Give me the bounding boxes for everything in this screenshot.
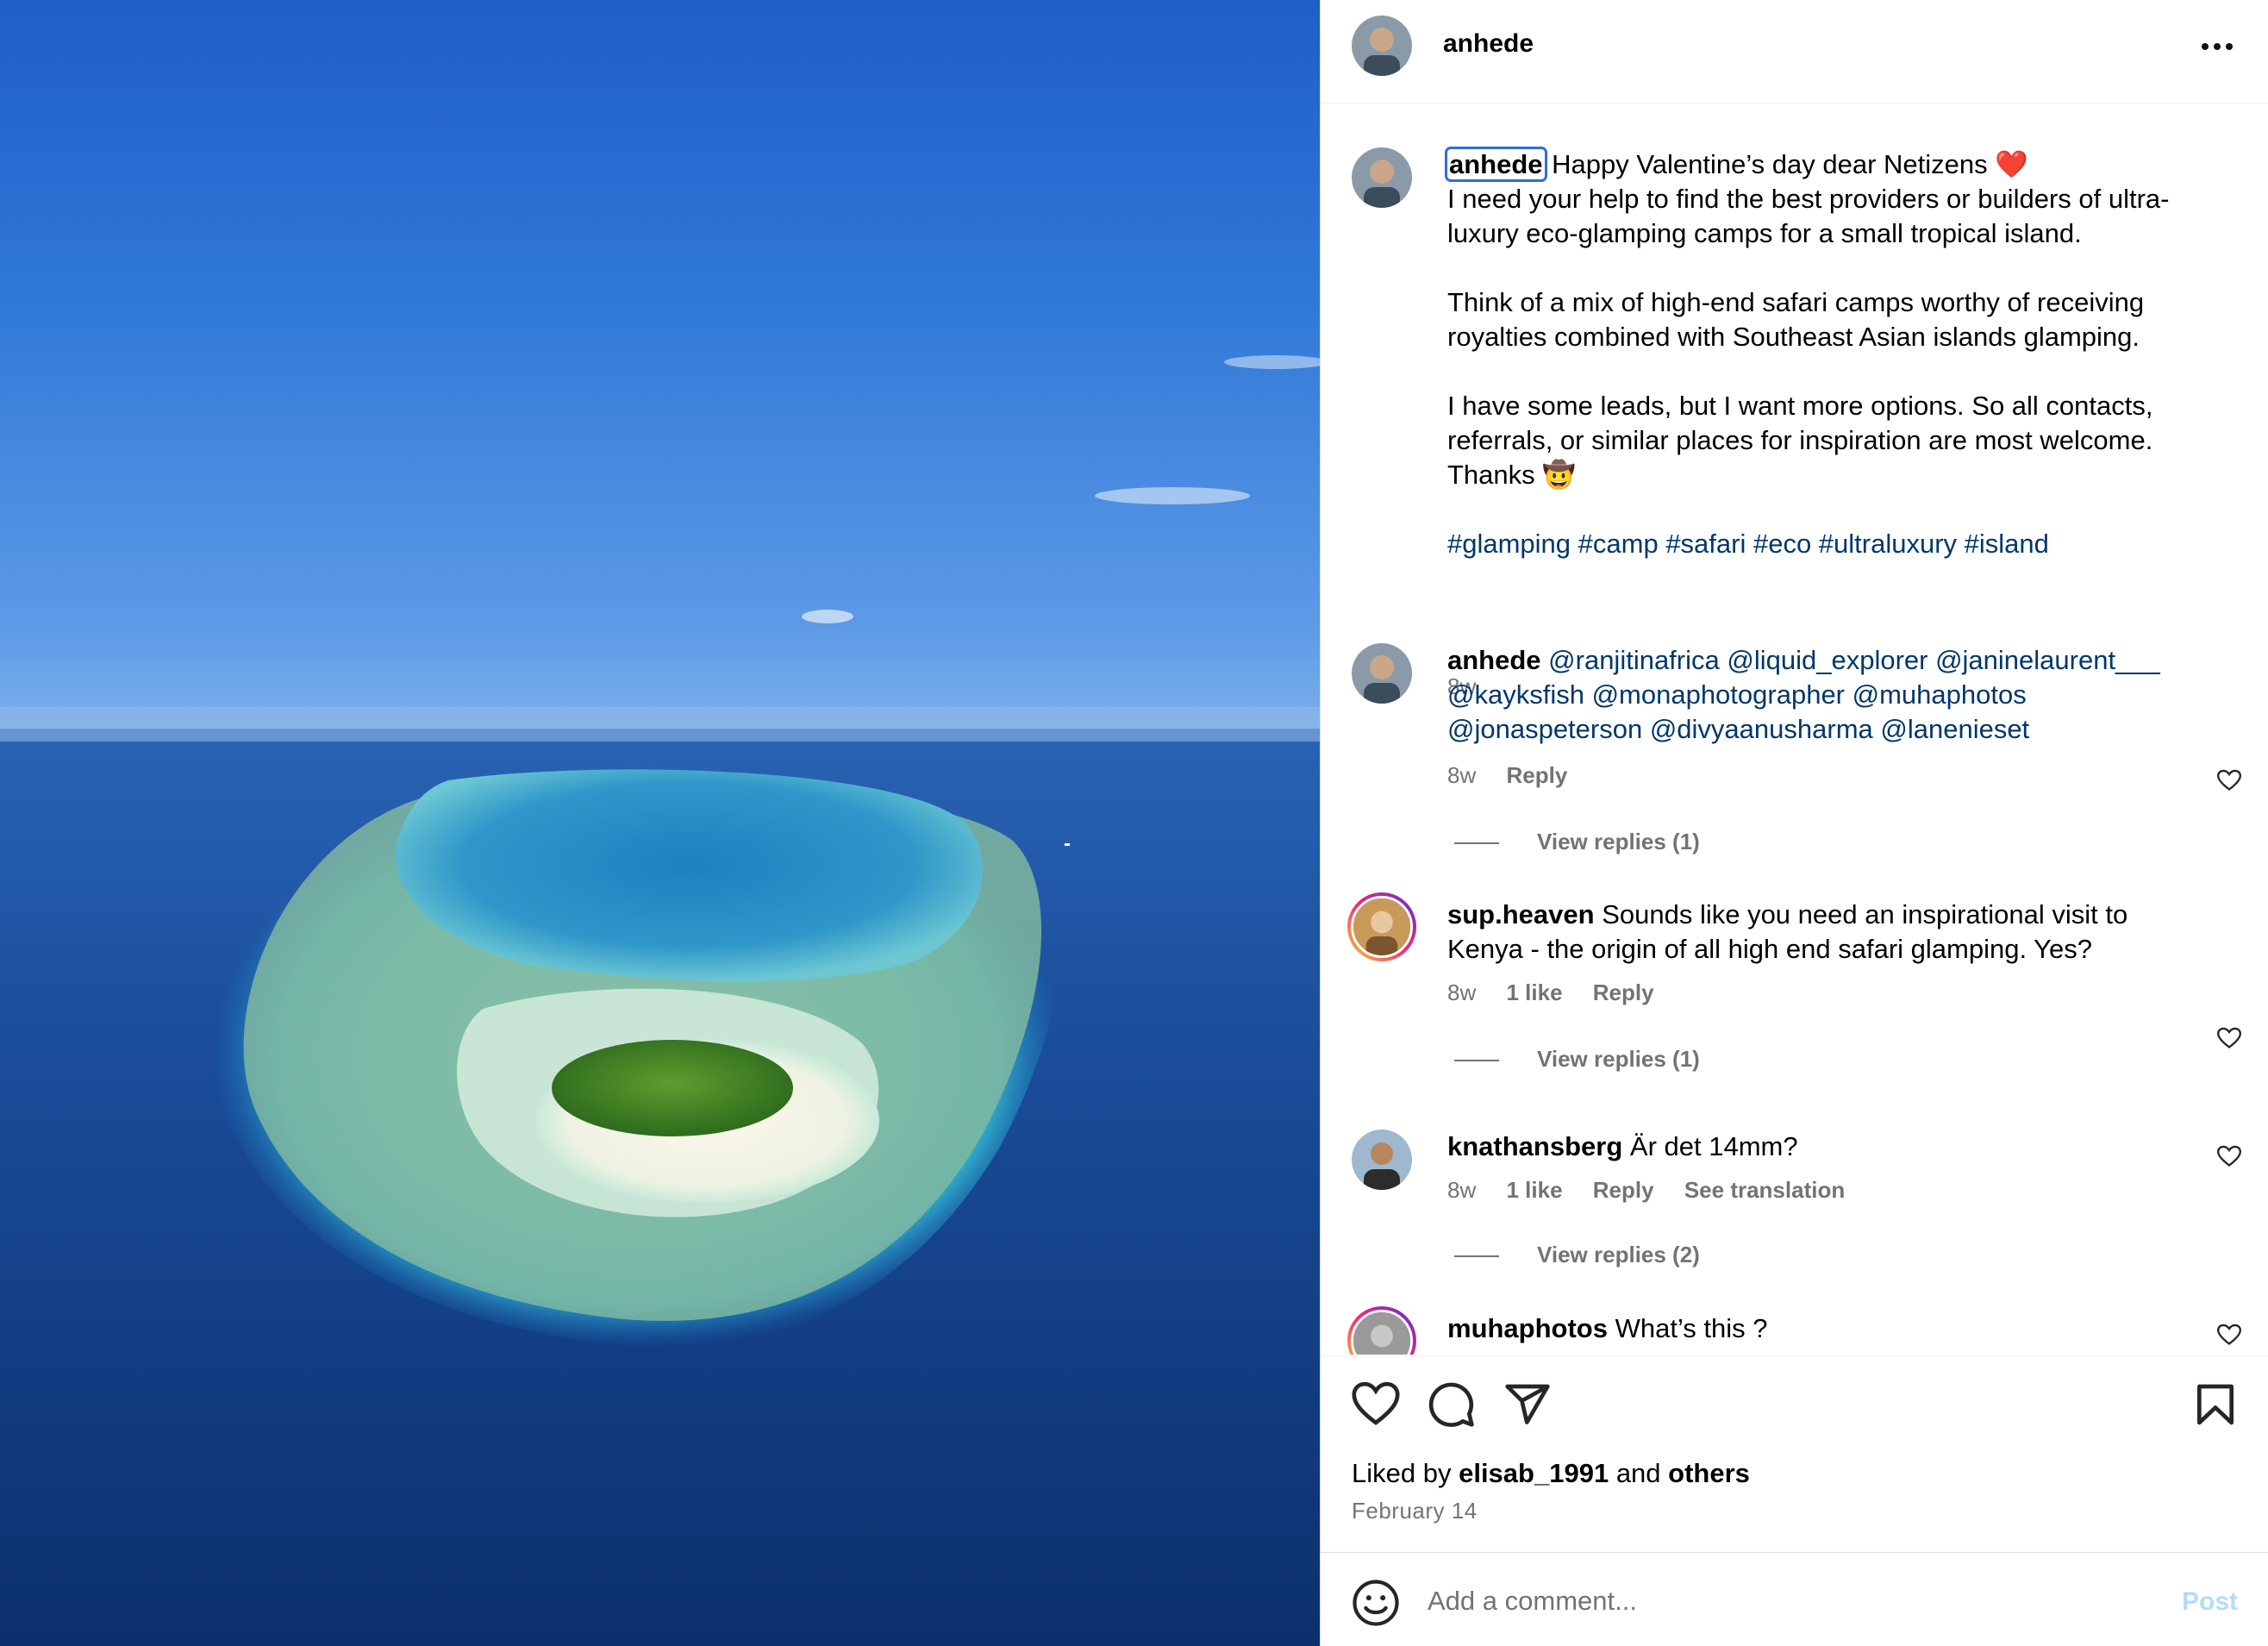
avatar-image xyxy=(1351,1310,1413,1355)
reply-button[interactable]: Reply xyxy=(1506,762,1567,788)
comment-meta: 8w 1 like Reply xyxy=(1447,979,1678,1006)
post-comment-button[interactable]: Post xyxy=(2182,1587,2238,1617)
atoll-aerial-image xyxy=(0,355,1320,1646)
author-username[interactable]: anhede xyxy=(1443,29,1534,59)
caption-thanks: Thanks 🤠 xyxy=(1447,460,1576,490)
add-comment-bar: Post xyxy=(1321,1552,2268,1646)
comment-mentions[interactable]: @ranjitinafrica @liquid_explorer @janine… xyxy=(1447,645,2160,744)
caption-avatar[interactable] xyxy=(1352,147,1412,208)
heart-icon[interactable] xyxy=(2217,1324,2241,1346)
comment-username[interactable]: knathansberg xyxy=(1447,1131,1622,1161)
caption-para1: I need your help to find the best provid… xyxy=(1447,184,2170,248)
reply-button[interactable]: Reply xyxy=(1593,1177,1654,1203)
view-replies-button[interactable]: View replies (2) xyxy=(1454,1242,1700,1268)
bookmark-icon[interactable] xyxy=(2191,1380,2240,1429)
comment-text: sup.heaven Sounds like you need an inspi… xyxy=(1447,898,2206,967)
comment-time[interactable]: 8w xyxy=(1447,762,1476,788)
post-date[interactable]: February 14 xyxy=(1352,1498,1478,1524)
view-replies-label: View replies (1) xyxy=(1537,1046,1700,1072)
heart-icon[interactable] xyxy=(2217,1145,2241,1167)
view-replies-button[interactable]: View replies (1) xyxy=(1454,829,1700,855)
likes-count[interactable]: 1 like xyxy=(1506,979,1562,1005)
post-photo[interactable] xyxy=(0,0,1320,1646)
view-replies-label: View replies (2) xyxy=(1537,1242,1700,1267)
caption-username[interactable]: anhede xyxy=(1445,147,1547,182)
avatar-image xyxy=(1352,1130,1412,1190)
replies-divider xyxy=(1454,1060,1499,1062)
author-avatar[interactable] xyxy=(1352,16,1412,76)
heart-icon[interactable] xyxy=(2217,769,2241,792)
liked-by: Liked by elisab_1991 and others xyxy=(1352,1458,1750,1489)
heart-icon[interactable] xyxy=(2217,1027,2241,1049)
avatar-image xyxy=(1352,16,1412,76)
comment-body: Är det 14mm? xyxy=(1629,1131,1798,1161)
comment-body: What’s this ? xyxy=(1615,1313,1768,1343)
comment-time[interactable]: 8w xyxy=(1447,1177,1476,1203)
liked-by-user[interactable]: elisab_1991 xyxy=(1459,1458,1609,1488)
reply-button[interactable]: Reply xyxy=(1593,979,1654,1005)
more-horizontal-icon[interactable] xyxy=(2200,38,2234,55)
replies-divider xyxy=(1454,1255,1499,1258)
comment-avatar-story-ring[interactable] xyxy=(1347,892,1416,961)
avatar-image xyxy=(1351,896,1413,958)
liked-by-prefix: Liked by xyxy=(1352,1458,1452,1488)
caption-para2: Think of a mix of high-end safari camps … xyxy=(1447,287,2145,352)
comment-username[interactable]: anhede xyxy=(1447,645,1541,675)
caption-para3: I have some leads, but I want more optio… xyxy=(1447,391,2153,455)
see-translation-button[interactable]: See translation xyxy=(1684,1177,1845,1203)
post-header: anhede xyxy=(1321,0,2268,103)
avatar-image xyxy=(1352,147,1412,208)
heart-icon[interactable] xyxy=(1352,1380,1400,1429)
post-detail-panel: anhede anhede Happy Valentine’s day dear… xyxy=(1320,0,2268,1646)
comment-username[interactable]: muhaphotos xyxy=(1447,1313,1608,1343)
caption-line1: Happy Valentine’s day dear Netizens ❤️ xyxy=(1552,149,2028,179)
comment-input[interactable] xyxy=(1428,1577,2117,1625)
view-replies-button[interactable]: View replies (1) xyxy=(1454,1046,1700,1073)
caption-hashtags[interactable]: #glamping #camp #safari #eco #ultraluxur… xyxy=(1447,527,2206,561)
liked-by-and: and xyxy=(1615,1458,1661,1488)
comment-username[interactable]: sup.heaven xyxy=(1447,899,1595,929)
comment-meta: 8w 1 like Reply See translation xyxy=(1447,1177,1869,1204)
comment-avatar[interactable] xyxy=(1352,1130,1412,1190)
post-actions: Liked by elisab_1991 and others February… xyxy=(1321,1355,2268,1554)
comment-meta: 8w Reply xyxy=(1447,762,1591,789)
comment-text: anhede @ranjitinafrica @liquid_explorer … xyxy=(1447,643,2206,747)
comment-icon[interactable] xyxy=(1428,1380,1476,1429)
comment-avatar-story-ring[interactable] xyxy=(1347,1306,1416,1355)
comments-list[interactable]: anhede Happy Valentine’s day dear Netize… xyxy=(1321,104,2268,1355)
comment-text: muhaphotos What’s this ? xyxy=(1447,1311,2206,1346)
avatar-image xyxy=(1352,643,1412,704)
comment-avatar[interactable] xyxy=(1352,643,1412,704)
comment-text: knathansberg Är det 14mm? xyxy=(1447,1130,2206,1164)
replies-divider xyxy=(1454,842,1499,845)
comment-time[interactable]: 8w xyxy=(1447,979,1476,1005)
emoji-icon[interactable] xyxy=(1352,1579,1400,1627)
likes-count[interactable]: 1 like xyxy=(1506,1177,1562,1203)
share-icon[interactable] xyxy=(1503,1380,1552,1429)
view-replies-label: View replies (1) xyxy=(1537,829,1700,854)
liked-by-others[interactable]: others xyxy=(1668,1458,1750,1488)
caption-text: anhede Happy Valentine’s day dear Netize… xyxy=(1445,147,2206,561)
